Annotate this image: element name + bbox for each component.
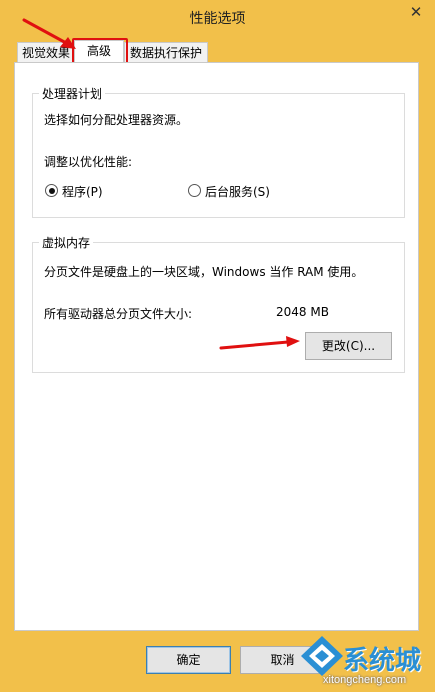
- tab-visual-effects[interactable]: 视觉效果: [17, 42, 75, 64]
- window-title: 性能选项: [189, 11, 246, 27]
- programs-radio[interactable]: [45, 184, 58, 197]
- title-bar[interactable]: 性能选项 ✕: [0, 0, 435, 32]
- processor-description: 选择如何分配处理器资源。: [44, 113, 189, 127]
- performance-options-window: 性能选项 ✕ 视觉效果 高级 数据执行保护 处理器计划 选择如何分配处理器资源。…: [0, 0, 435, 692]
- virtual-memory-group-title: 虚拟内存: [39, 234, 94, 251]
- background-services-radio-label[interactable]: 后台服务(S): [205, 183, 270, 200]
- programs-radio-label[interactable]: 程序(P): [62, 183, 103, 200]
- ok-button[interactable]: 确定: [146, 646, 231, 674]
- tab-advanced[interactable]: 高级: [74, 40, 124, 64]
- advanced-tab-page: 处理器计划 选择如何分配处理器资源。 调整以优化性能: 程序(P) 后台服务(S…: [14, 62, 419, 631]
- watermark-brand: 系统城: [343, 646, 422, 676]
- processor-scheduling-group: 处理器计划 选择如何分配处理器资源。 调整以优化性能: 程序(P) 后台服务(S…: [32, 85, 405, 218]
- watermark: 系统城 xitongcheng.com: [295, 632, 435, 692]
- watermark-url: xitongcheng.com: [323, 674, 407, 686]
- adjust-label: 调整以优化性能:: [44, 155, 133, 169]
- virtual-memory-group: 虚拟内存 分页文件是硬盘上的一块区域，Windows 当作 RAM 使用。 所有…: [32, 234, 405, 373]
- total-paging-size-value: 2048 MB: [276, 305, 329, 319]
- total-paging-size-label: 所有驱动器总分页文件大小:: [44, 307, 193, 321]
- background-services-radio[interactable]: [188, 184, 201, 197]
- tab-data-execution-prevention[interactable]: 数据执行保护: [124, 42, 208, 64]
- change-button[interactable]: 更改(C)...: [305, 332, 392, 360]
- close-button[interactable]: ✕: [403, 2, 429, 22]
- processor-group-title: 处理器计划: [39, 85, 106, 102]
- watermark-logo-icon: [301, 636, 343, 676]
- virtual-memory-description: 分页文件是硬盘上的一块区域，Windows 当作 RAM 使用。: [44, 265, 364, 279]
